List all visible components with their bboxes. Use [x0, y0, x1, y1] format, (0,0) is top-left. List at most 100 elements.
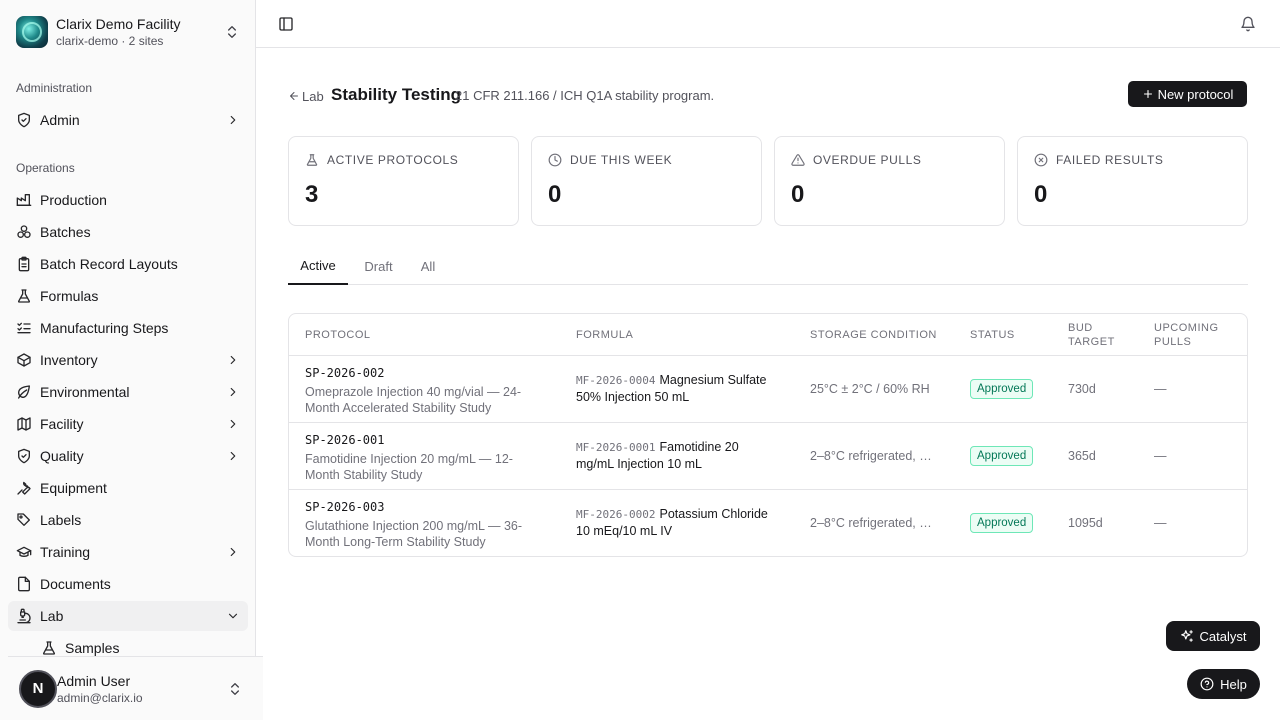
sidebar-item-inventory[interactable]: Inventory	[8, 345, 248, 375]
sidebar-item-label: Labels	[40, 512, 82, 528]
status-badge: Approved	[970, 446, 1034, 466]
protocol-description: Glutathione Injection 200 mg/mL — 36-Mon…	[305, 519, 523, 549]
sidebar-item-manufacturing-steps[interactable]: Manufacturing Steps	[8, 313, 248, 343]
sidebar-item-batches[interactable]: Batches	[8, 217, 248, 247]
sparkles-icon	[1180, 630, 1193, 642]
chevron-right-icon	[226, 385, 240, 399]
protocol-code[interactable]: SP-2026-001	[305, 432, 384, 448]
column-header-protocol[interactable]: Protocol	[305, 328, 371, 342]
alert-triangle-icon	[791, 154, 805, 166]
list-checks-icon	[16, 320, 32, 336]
sidebar-item-labels[interactable]: Labels	[8, 505, 248, 535]
sidebar-item-admin[interactable]: Admin	[8, 105, 248, 135]
bell-icon[interactable]	[1240, 16, 1256, 32]
sidebar-item-label: Environmental	[40, 384, 130, 400]
bud-target: 365d	[1068, 449, 1096, 463]
sidebar-item-quality[interactable]: Quality	[8, 441, 248, 471]
tab-bar: Active Draft All	[288, 248, 1248, 285]
column-header-storage[interactable]: Storage condition	[810, 328, 937, 342]
stat-value: 3	[305, 181, 319, 208]
stat-card-overdue-pulls: Overdue pulls 0	[774, 136, 1005, 226]
sidebar-toggle-icon[interactable]	[278, 16, 294, 32]
sidebar-item-label: Batch Record Layouts	[40, 256, 178, 272]
storage-condition: 2–8°C refrigerated, protect from light	[810, 516, 934, 530]
sidebar-item-label: Training	[40, 544, 91, 560]
wrench-icon	[16, 480, 32, 496]
table-row[interactable]: SP-2026-002 Omeprazole Injection 40 mg/v…	[289, 356, 1247, 423]
flask-icon	[306, 154, 318, 166]
sidebar-item-label: Lab	[40, 608, 64, 624]
protocol-code[interactable]: SP-2026-003	[305, 499, 384, 515]
group-label-operations: Operations	[16, 161, 75, 175]
plus-icon	[1143, 89, 1152, 99]
stat-card-active-protocols: Active protocols 3	[288, 136, 519, 226]
catalyst-button[interactable]: Catalyst	[1166, 621, 1260, 651]
flask-icon	[16, 288, 32, 304]
shield-check-icon	[16, 112, 32, 128]
storage-condition: 25°C ± 2°C / 60% RH	[810, 382, 930, 396]
sidebar-item-formulas[interactable]: Formulas	[8, 281, 248, 311]
upcoming-pulls: —	[1154, 382, 1167, 396]
tab-active[interactable]: Active	[288, 248, 348, 285]
formula-cell: MF-2026-0001 Famotidine 20 mg/mL Injectio…	[576, 439, 776, 473]
file-icon	[16, 576, 32, 592]
help-button[interactable]: Help	[1187, 669, 1260, 699]
user-name: Admin User	[57, 672, 131, 689]
sidebar-item-equipment[interactable]: Equipment	[8, 473, 248, 503]
sidebar-item-label: Batches	[40, 224, 91, 240]
protocol-code[interactable]: SP-2026-002	[305, 365, 384, 381]
sidebar-item-label: Samples	[65, 640, 120, 656]
column-header-formula[interactable]: Formula	[576, 328, 633, 342]
sidebar-item-batch-record-layouts[interactable]: Batch Record Layouts	[8, 249, 248, 279]
stat-card-due-this-week: Due this week 0	[531, 136, 762, 226]
tag-icon	[16, 512, 32, 528]
x-circle-icon	[1034, 153, 1048, 167]
stat-label: Overdue pulls	[813, 153, 922, 167]
formula-cell: MF-2026-0004 Magnesium Sulfate 50% Inject…	[576, 372, 776, 406]
chevrons-up-down-icon	[227, 681, 243, 697]
column-header-upcoming-pulls[interactable]: Upcoming pulls	[1154, 321, 1234, 349]
stat-value: 0	[1034, 181, 1048, 208]
back-link[interactable]: Lab	[288, 88, 324, 104]
tab-draft[interactable]: Draft	[356, 248, 401, 285]
column-header-status[interactable]: Status	[970, 328, 1015, 342]
sidebar-item-environmental[interactable]: Environmental	[8, 377, 248, 407]
table-row[interactable]: SP-2026-003 Glutathione Injection 200 mg…	[289, 490, 1247, 556]
sidebar-item-facility[interactable]: Facility	[8, 409, 248, 439]
formula-code: MF-2026-0001	[576, 441, 656, 454]
sidebar-item-training[interactable]: Training	[8, 537, 248, 567]
org-name: Clarix Demo Facility	[56, 16, 181, 32]
tab-all[interactable]: All	[412, 248, 444, 285]
org-switcher[interactable]: Clarix Demo Facility clarix-demo · 2 sit…	[8, 8, 248, 56]
table-row[interactable]: SP-2026-001 Famotidine Injection 20 mg/m…	[289, 423, 1247, 490]
graduation-cap-icon	[16, 544, 32, 560]
user-menu[interactable]: N Admin User admin@clarix.io	[8, 656, 263, 720]
sidebar-item-label: Equipment	[40, 480, 107, 496]
sidebar-item-label: Facility	[40, 416, 84, 432]
stat-value: 0	[548, 181, 562, 208]
sidebar-item-production[interactable]: Production	[8, 185, 248, 215]
stat-label: Due this week	[570, 153, 673, 167]
sidebar-item-label: Production	[40, 192, 107, 208]
sidebar-item-documents[interactable]: Documents	[8, 569, 248, 599]
protocol-description: Famotidine Injection 20 mg/mL — 12-Month…	[305, 452, 513, 482]
formula-cell: MF-2026-0002 Potassium Chloride 10 mEq/10…	[576, 506, 776, 540]
storage-condition: 2–8°C refrigerated, protect from light	[810, 449, 934, 463]
page-subtitle: 21 CFR 211.166 / ICH Q1A stability progr…	[455, 88, 715, 103]
formula-code: MF-2026-0002	[576, 508, 656, 521]
map-icon	[16, 416, 32, 432]
leaf-icon	[16, 384, 32, 400]
new-protocol-button[interactable]: New protocol	[1128, 81, 1247, 107]
chevron-right-icon	[226, 417, 240, 431]
status-badge: Approved	[970, 513, 1034, 533]
sidebar-item-lab[interactable]: Lab	[8, 601, 248, 631]
bud-target: 730d	[1068, 382, 1096, 396]
formula-code: MF-2026-0004	[576, 374, 656, 387]
chevron-right-icon	[226, 545, 240, 559]
upcoming-pulls: —	[1154, 516, 1167, 530]
chevron-down-icon	[226, 609, 240, 623]
column-header-bud-target[interactable]: BUD target	[1068, 321, 1128, 349]
stat-label: Active protocols	[327, 153, 459, 167]
group-label-administration: Administration	[16, 81, 93, 95]
bud-target: 1095d	[1068, 516, 1103, 530]
